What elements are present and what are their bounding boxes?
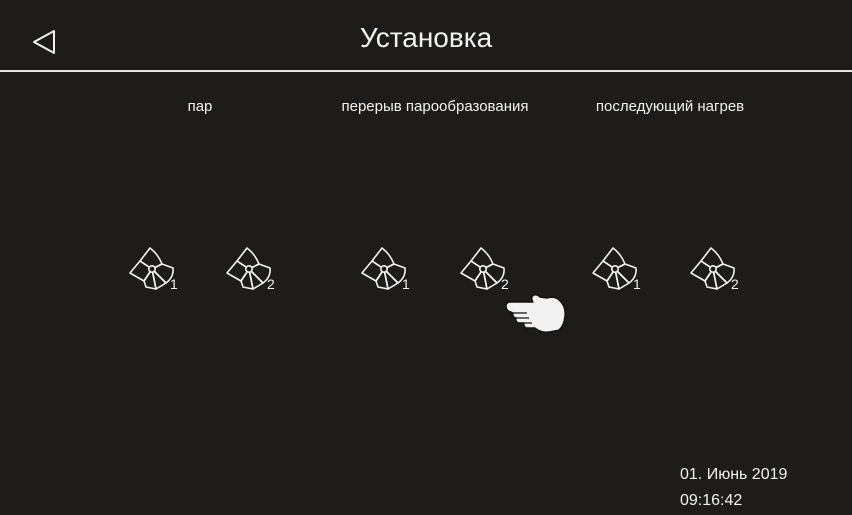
- fan-number: 1: [402, 276, 410, 292]
- group-label-steam-break: перерыв парообразования: [341, 98, 529, 115]
- pointing-hand-icon: [503, 286, 571, 336]
- steam-fan-2-button[interactable]: 2: [218, 238, 280, 300]
- page-title: Установка: [359, 22, 493, 53]
- fan-number: 2: [267, 276, 275, 292]
- steam-break-fan-1-button[interactable]: 1: [353, 238, 415, 300]
- group-label-post-heating: последующий нагрев: [595, 98, 745, 115]
- group-label-steam: пар: [187, 98, 213, 115]
- post-heating-fan-2-button[interactable]: 2: [682, 238, 744, 300]
- fan-number: 1: [633, 276, 641, 292]
- time-text: 09:16:42: [680, 492, 743, 509]
- header-bar: Установка: [0, 0, 852, 72]
- datetime-display: 01. Июнь 2019 09:16:42: [680, 462, 787, 514]
- fan-number: 1: [170, 276, 178, 292]
- fan-number: 2: [731, 276, 739, 292]
- post-heating-fan-1-button[interactable]: 1: [584, 238, 646, 300]
- date-text: 01. Июнь 2019: [680, 466, 788, 483]
- steam-fan-1-button[interactable]: 1: [121, 238, 183, 300]
